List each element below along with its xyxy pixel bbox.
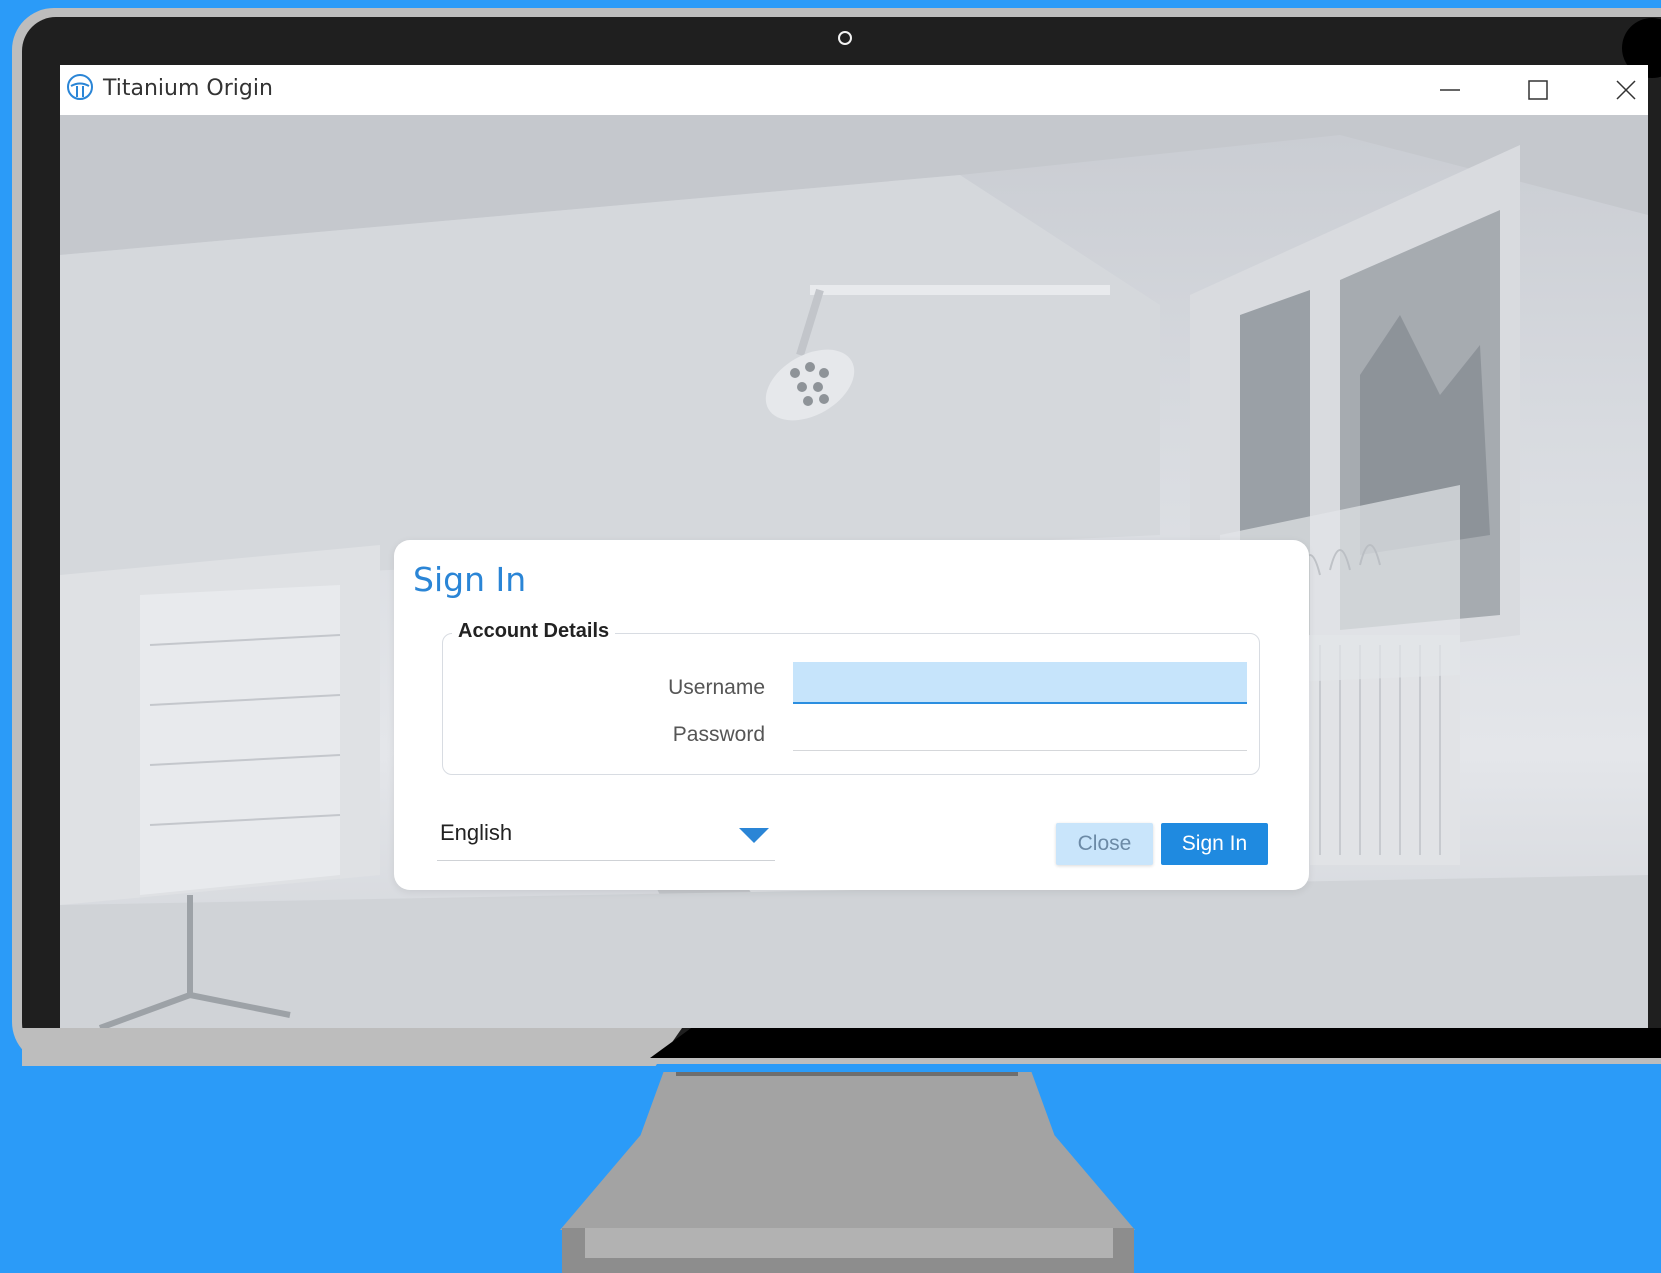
username-input[interactable] <box>793 662 1247 704</box>
minimize-button[interactable] <box>1415 65 1485 115</box>
monitor-stand-neck <box>560 1072 1135 1230</box>
maximize-icon <box>1528 80 1548 100</box>
dropdown-arrow-icon[interactable] <box>739 828 769 843</box>
sign-in-dialog: Sign In Account Details Username Passwor… <box>394 540 1309 890</box>
title-bar[interactable]: Titanium Origin <box>60 65 1648 115</box>
monitor-stand-top <box>676 1072 1018 1076</box>
camera-dot <box>838 31 852 45</box>
password-input[interactable] <box>793 709 1247 751</box>
monitor-stand-base-highlight <box>585 1228 1113 1258</box>
language-select[interactable]: English <box>437 820 775 861</box>
close-window-button[interactable] <box>1591 65 1648 115</box>
dialog-title: Sign In <box>413 560 527 599</box>
language-value: English <box>440 820 513 845</box>
close-button[interactable]: Close <box>1056 823 1153 865</box>
bezel-bottom-dark <box>650 1028 1661 1058</box>
account-details-group: Account Details Username Password <box>442 620 1260 775</box>
username-label: Username <box>668 676 765 699</box>
window-title: Titanium Origin <box>103 76 273 101</box>
maximize-button[interactable] <box>1503 65 1573 115</box>
close-icon <box>1616 80 1636 100</box>
bezel-bottom-shade <box>22 1028 682 1066</box>
app-window: Titanium Origin Sign In Account Details … <box>60 65 1648 1028</box>
titanium-logo-icon <box>67 74 93 100</box>
background-area: Sign In Account Details Username Passwor… <box>60 115 1648 1028</box>
screen-stage: Titanium Origin Sign In Account Details … <box>0 0 1661 1273</box>
minimize-icon <box>1440 89 1460 91</box>
password-label: Password <box>672 723 765 746</box>
account-details-legend: Account Details <box>452 620 616 643</box>
sign-in-button[interactable]: Sign In <box>1161 823 1268 865</box>
